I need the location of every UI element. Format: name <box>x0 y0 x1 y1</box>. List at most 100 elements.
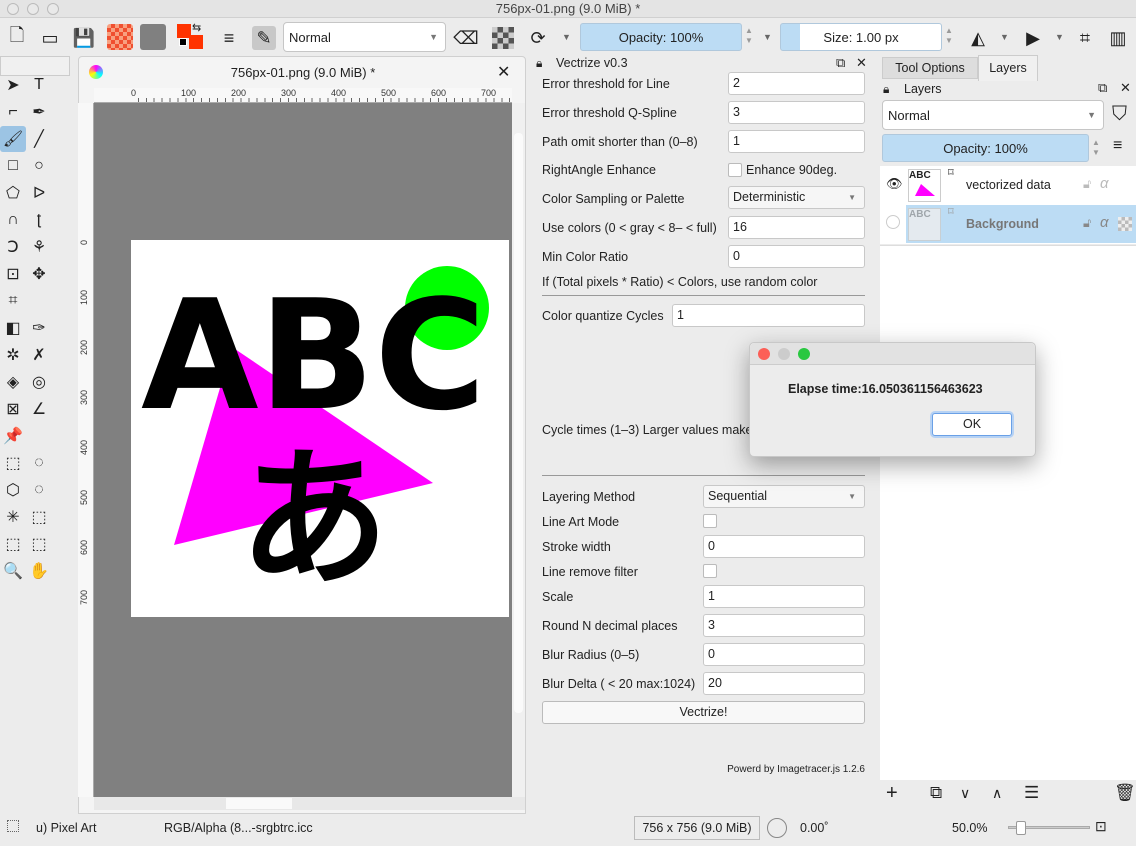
reference-tool-icon[interactable]: 📌 <box>0 423 26 449</box>
lock-docker-icon[interactable]: 🔒︎ <box>883 82 889 97</box>
rotation-icon[interactable] <box>767 818 787 838</box>
zoom-slider-thumb[interactable] <box>1016 821 1027 835</box>
bezier-select-tool-icon[interactable]: ⬚ <box>0 531 26 557</box>
move-layer-down-icon[interactable]: ∨ <box>960 785 970 802</box>
canvas[interactable]: ABC あ <box>94 103 512 797</box>
dialog-close-button[interactable] <box>758 348 770 360</box>
dialog-zoom-button[interactable] <box>798 348 810 360</box>
lock-layer-icon[interactable]: 🔓︎ <box>1083 177 1091 192</box>
mirror-horizontal-icon[interactable]: ◭ <box>966 26 990 50</box>
dynamic-brush-tool-icon[interactable]: Ↄ <box>0 234 26 260</box>
eraser-icon[interactable]: ⌫ <box>453 26 478 50</box>
gradient-swatch[interactable] <box>107 24 133 50</box>
polygon-select-tool-icon[interactable]: ⬡ <box>0 477 26 503</box>
freehand-path-tool-icon[interactable]: ʈ <box>26 207 52 233</box>
ellipse-tool-icon[interactable]: ○ <box>26 153 52 179</box>
menu-icon[interactable]: ≡ <box>1113 137 1122 155</box>
blend-mode-select[interactable]: Normal ▼ <box>283 22 446 52</box>
line-tool-icon[interactable]: ╱ <box>26 126 52 152</box>
use-colors-input[interactable]: 16 <box>728 216 865 239</box>
alpha-lock-icon[interactable] <box>492 27 514 49</box>
vectrize-button[interactable]: Vectrize! <box>542 701 865 724</box>
multibrush-tool-icon[interactable]: ⚘ <box>26 234 52 260</box>
magnetic-select-tool-icon[interactable]: ⬚ <box>26 531 52 557</box>
horizontal-scrollbar[interactable] <box>94 797 525 810</box>
layer-row[interactable]: ABC ⌑ Background 🔓︎ α <box>880 205 1136 243</box>
lock-layer-icon[interactable]: 🔓︎ <box>1083 216 1091 231</box>
chevron-down-icon[interactable]: ▼ <box>1000 32 1009 42</box>
save-icon[interactable]: 💾 <box>72 26 96 50</box>
vertical-scroll-thumb[interactable] <box>514 133 523 713</box>
minimize-window-button[interactable] <box>27 3 39 15</box>
fill-tool-icon[interactable]: ◈ <box>0 369 26 395</box>
transform-tool-icon[interactable]: ⊡ <box>0 261 26 287</box>
layer-row[interactable]: 👁︎ ABC ⌑ vectorized data 🔓︎ α <box>880 166 1136 204</box>
reload-preset-icon[interactable]: ⟳ <box>526 26 550 50</box>
color-sampling-select[interactable]: Deterministic ▼ <box>728 186 865 209</box>
blur-radius-input[interactable]: 0 <box>703 643 865 666</box>
quantize-cycles-input[interactable]: 1 <box>672 304 865 327</box>
layer-opacity-spinner[interactable]: ▲ ▼ <box>1090 138 1102 158</box>
freehand-brush-tool-icon[interactable]: 🖌 <box>0 126 26 152</box>
reset-colors-icon[interactable] <box>179 38 187 46</box>
enclose-fill-tool-icon[interactable]: ◎ <box>26 369 52 395</box>
eye-icon[interactable]: 👁︎ <box>886 176 903 192</box>
pan-tool-icon[interactable]: ✋ <box>26 558 52 584</box>
freehand-select-tool-icon[interactable]: ◌ <box>26 477 52 503</box>
brush-presets-icon[interactable]: ≡ <box>217 26 241 50</box>
horizontal-scroll-thumb[interactable] <box>226 798 292 809</box>
scale-input[interactable]: 1 <box>703 585 865 608</box>
assistant-tool-icon[interactable]: ⊠ <box>0 396 26 422</box>
background-color[interactable] <box>189 35 203 49</box>
swap-colors-icon[interactable]: ⇆ <box>192 21 201 34</box>
color-space[interactable]: RGB/Alpha (8...-srgbtrc.icc <box>164 821 313 835</box>
close-document-icon[interactable]: ✕ <box>497 62 510 82</box>
tab-layers[interactable]: Layers <box>978 55 1038 81</box>
enhance-90-checkbox[interactable] <box>728 163 742 177</box>
inherit-alpha-icon[interactable] <box>1118 217 1132 231</box>
crop-workspace-icon[interactable]: ⌗ <box>1073 26 1097 50</box>
select-shapes-tool-icon[interactable]: ➤ <box>0 72 26 98</box>
round-input[interactable]: 3 <box>703 614 865 637</box>
close-docker-icon[interactable]: ✕ <box>856 55 867 71</box>
zoom-slider[interactable] <box>1008 821 1090 835</box>
zoom-tool-icon[interactable]: 🔍 <box>0 558 26 584</box>
pattern-swatch[interactable] <box>140 24 166 50</box>
mirror-vertical-icon[interactable]: ▶ <box>1021 26 1045 50</box>
min-color-ratio-input[interactable]: 0 <box>728 245 865 268</box>
alpha-lock-icon[interactable]: α <box>1100 214 1109 231</box>
tab-tool-options[interactable]: Tool Options <box>882 57 978 79</box>
crop-tool-icon[interactable]: ⌗ <box>0 288 26 314</box>
stroke-width-input[interactable]: 0 <box>703 535 865 558</box>
path-omit-input[interactable]: 1 <box>728 130 865 153</box>
float-docker-icon[interactable]: ⧉ <box>1098 80 1107 96</box>
smart-patch-tool-icon[interactable]: ✗ <box>26 342 52 368</box>
edit-shapes-tool-icon[interactable]: ⌐ <box>0 99 26 125</box>
zoom-window-button[interactable] <box>47 3 59 15</box>
close-window-button[interactable] <box>7 3 19 15</box>
gradient-tool-icon[interactable]: ◧ <box>0 315 26 341</box>
float-docker-icon[interactable]: ⧉ <box>836 55 845 71</box>
color-picker-tool-icon[interactable]: ✑ <box>26 315 52 341</box>
chevron-down-icon[interactable]: ▼ <box>1055 32 1064 42</box>
line-art-checkbox[interactable] <box>703 514 717 528</box>
rectangle-tool-icon[interactable]: □ <box>0 153 26 179</box>
bezier-tool-icon[interactable]: ∩ <box>0 207 26 233</box>
layer-properties-icon[interactable]: ☰ <box>1024 783 1039 803</box>
opacity-spinner[interactable]: ▲ ▼ <box>743 26 755 46</box>
ellipse-select-tool-icon[interactable]: ◌ <box>26 450 52 476</box>
size-slider[interactable]: Size: 1.00 px <box>780 23 942 51</box>
qspline-threshold-input[interactable]: 3 <box>728 101 865 124</box>
layer-opacity-slider[interactable]: Opacity: 100% <box>882 134 1089 162</box>
measure-tool-icon[interactable]: ∠ <box>26 396 52 422</box>
calligraphy-tool-icon[interactable]: ✒ <box>26 99 52 125</box>
alpha-lock-icon[interactable]: α <box>1100 175 1109 192</box>
rect-select-tool-icon[interactable]: ⬚ <box>0 450 26 476</box>
add-layer-icon[interactable]: + <box>886 782 898 805</box>
text-tool-icon[interactable]: T <box>26 72 52 98</box>
colorize-mask-tool-icon[interactable]: ✲ <box>0 342 26 368</box>
move-layer-up-icon[interactable]: ∧ <box>992 785 1002 802</box>
polygon-tool-icon[interactable]: ⬠ <box>0 180 26 206</box>
lock-docker-icon[interactable]: 🔒︎ <box>536 56 542 71</box>
brush-editor-icon[interactable]: ✎ <box>252 26 276 50</box>
